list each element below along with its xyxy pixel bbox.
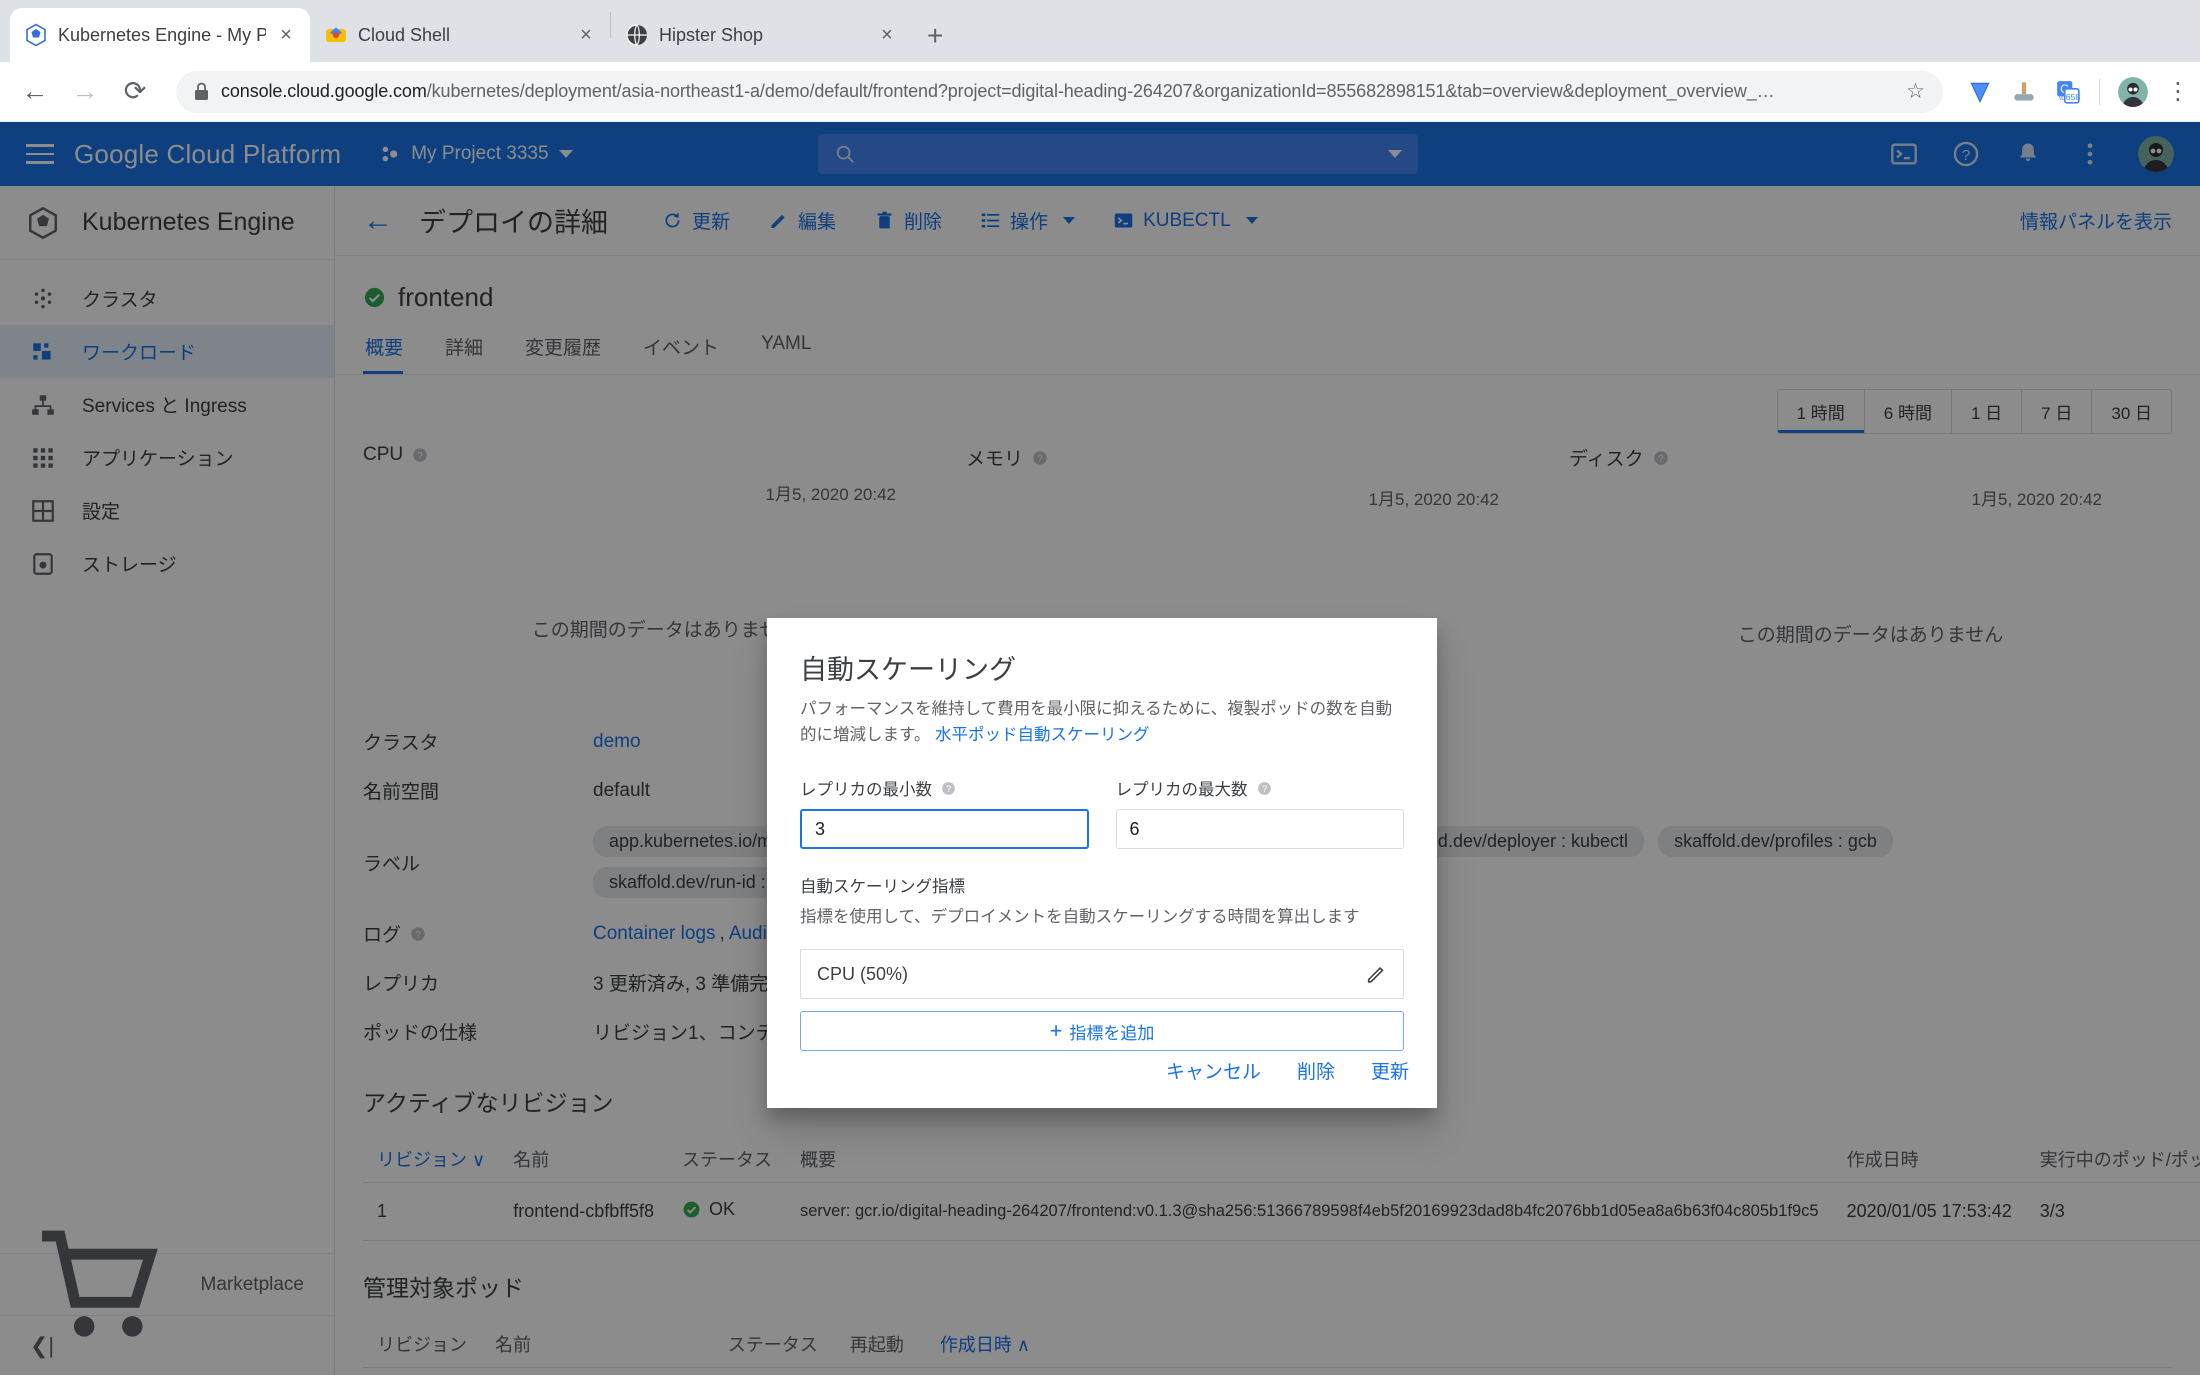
translate-extension-icon[interactable]: G \u6587: [2055, 79, 2081, 105]
paint-extension-icon[interactable]: [2011, 79, 2037, 105]
cloud-shell-icon: [326, 27, 346, 42]
svg-text:?: ?: [1261, 784, 1266, 794]
browser-tab-strip: Kubernetes Engine - My Project × Cloud S…: [0, 0, 2200, 62]
reload-button[interactable]: ⟳: [118, 78, 152, 105]
plus-icon: +: [1049, 1018, 1063, 1044]
help-icon[interactable]: ?: [1256, 780, 1273, 797]
svg-text:?: ?: [946, 784, 951, 794]
browser-window: Kubernetes Engine - My Project × Cloud S…: [0, 0, 2200, 1375]
replica-fields: レプリカの最小数 ? 3 レプリカの最大数 ? 6: [800, 776, 1405, 850]
cancel-button[interactable]: キャンセル: [1166, 1057, 1261, 1084]
browser-tab-0[interactable]: Kubernetes Engine - My Project ×: [10, 8, 310, 62]
close-icon[interactable]: ×: [576, 25, 596, 45]
add-metric-label: 指標を追加: [1069, 1023, 1155, 1043]
delete-button[interactable]: 削除: [1297, 1057, 1335, 1084]
horizontal-pod-autoscaling-link[interactable]: 水平ポッド自動スケーリング: [935, 726, 1150, 744]
browser-menu-icon[interactable]: ⋮: [2166, 79, 2190, 104]
diamond-extension-icon[interactable]: [1967, 79, 1993, 105]
pencil-icon[interactable]: [1365, 963, 1387, 985]
globe-icon: [626, 24, 647, 46]
browser-tab-1[interactable]: Cloud Shell ×: [310, 8, 610, 62]
add-metric-button[interactable]: + 指標を追加: [800, 1011, 1404, 1052]
metrics-subtitle: 指標を使用して、デプロイメントを自動スケーリングする時間を算出します: [800, 908, 1360, 927]
autoscaling-dialog: 自動スケーリング パフォーマンスを維持して費用を最小限に抑えるために、複製ポッド…: [767, 618, 1437, 1108]
max-replicas-input[interactable]: 6: [1115, 809, 1404, 850]
min-replicas-field: レプリカの最小数 ? 3: [800, 776, 1089, 850]
update-button[interactable]: 更新: [1371, 1057, 1409, 1084]
address-bar-url: console.cloud.google.com/kubernetes/depl…: [221, 81, 1894, 102]
browser-tab-title: Hipster Shop: [659, 24, 764, 45]
url-path: /kubernetes/deployment/asia-northeast1-a…: [426, 81, 1775, 101]
min-replicas-label-row: レプリカの最小数 ?: [800, 776, 1089, 800]
dialog-title: 自動スケーリング: [800, 655, 1016, 685]
metrics-header: 自動スケーリング指標 指標を使用して、デプロイメントを自動スケーリングする時間を…: [800, 873, 1404, 927]
close-icon[interactable]: ×: [276, 25, 296, 45]
max-replicas-label-row: レプリカの最大数 ?: [1116, 776, 1405, 800]
url-domain: console.cloud.google.com: [221, 81, 427, 101]
back-button[interactable]: ←: [18, 78, 52, 105]
dialog-description: パフォーマンスを維持して費用を最小限に抑えるために、複製ポッドの数を自動的に増減…: [800, 697, 1404, 748]
dialog-actions: キャンセル 削除 更新: [1166, 1057, 1409, 1084]
min-replicas-input[interactable]: 3: [800, 809, 1089, 850]
browser-toolbar: ← → ⟳ console.cloud.google.com/kubernete…: [0, 62, 2200, 122]
kubernetes-icon: [26, 23, 46, 47]
profile-avatar-icon[interactable]: [2118, 76, 2148, 107]
bookmark-star-icon[interactable]: ☆: [1906, 79, 1925, 104]
forward-button[interactable]: →: [68, 78, 102, 105]
max-replicas-label: レプリカの最大数: [1115, 781, 1248, 800]
metric-name: CPU (50%): [817, 963, 909, 984]
gcp-console: Google Cloud Platform My Project 3335 ? …: [0, 122, 2200, 1375]
browser-tab-title: Kubernetes Engine - My Project: [58, 24, 266, 45]
dialog-content: 自動スケーリング パフォーマンスを維持して費用を最小限に抑えるために、複製ポッド…: [767, 618, 1437, 1052]
address-bar[interactable]: console.cloud.google.com/kubernetes/depl…: [176, 70, 1943, 113]
toolbar-divider: [2099, 78, 2100, 105]
min-replicas-label: レプリカの最小数: [800, 781, 932, 800]
metrics-title: 自動スケーリング指標: [800, 878, 965, 897]
lock-icon: [195, 82, 208, 100]
svg-text:\u6587: \u6587: [2059, 92, 2081, 102]
new-tab-button[interactable]: +: [927, 22, 943, 50]
browser-tab-title: Cloud Shell: [358, 24, 451, 45]
extensions-area: G \u6587 ⋮: [1967, 76, 2190, 107]
close-icon[interactable]: ×: [877, 25, 897, 45]
browser-tab-2[interactable]: Hipster Shop ×: [611, 8, 911, 62]
max-replicas-field: レプリカの最大数 ? 6: [1115, 776, 1405, 850]
help-icon[interactable]: ?: [940, 780, 957, 797]
metric-item-cpu[interactable]: CPU (50%): [800, 949, 1404, 1000]
